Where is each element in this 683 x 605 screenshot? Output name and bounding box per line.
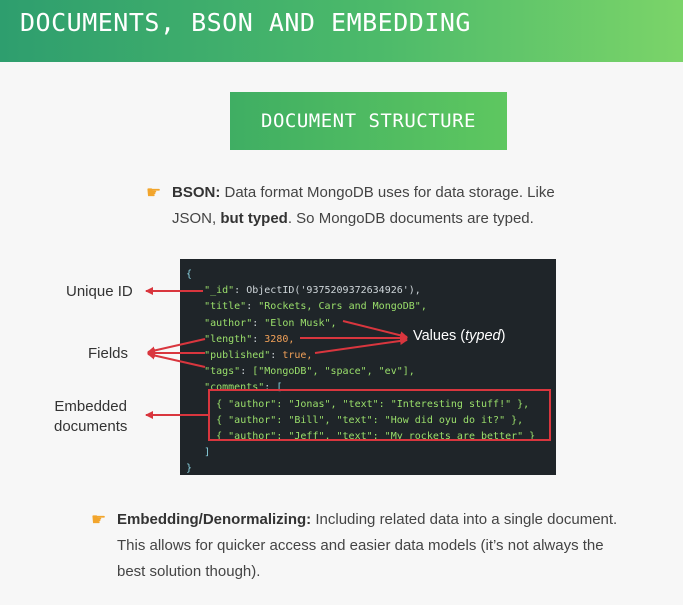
arrow-value-author [342, 320, 408, 340]
arrow-value-published [314, 337, 408, 354]
embedding-line-1: Embedding/Denormalizing: Including relat… [117, 507, 617, 533]
embedding-bullet: ☛ Embedding/Denormalizing: Including rel… [91, 507, 617, 585]
pointing-hand-icon: ☛ [91, 510, 107, 529]
arrow-field-length [147, 338, 206, 355]
embedding-term: Embedding/Denormalizing: [117, 511, 312, 528]
embedding-text: Including related data into a single doc… [311, 511, 618, 528]
embedding-line-3: best solution though). [117, 563, 261, 580]
arrow-field-tags [147, 351, 206, 368]
embedding-line-2: This allows for quicker access and easie… [117, 537, 604, 554]
